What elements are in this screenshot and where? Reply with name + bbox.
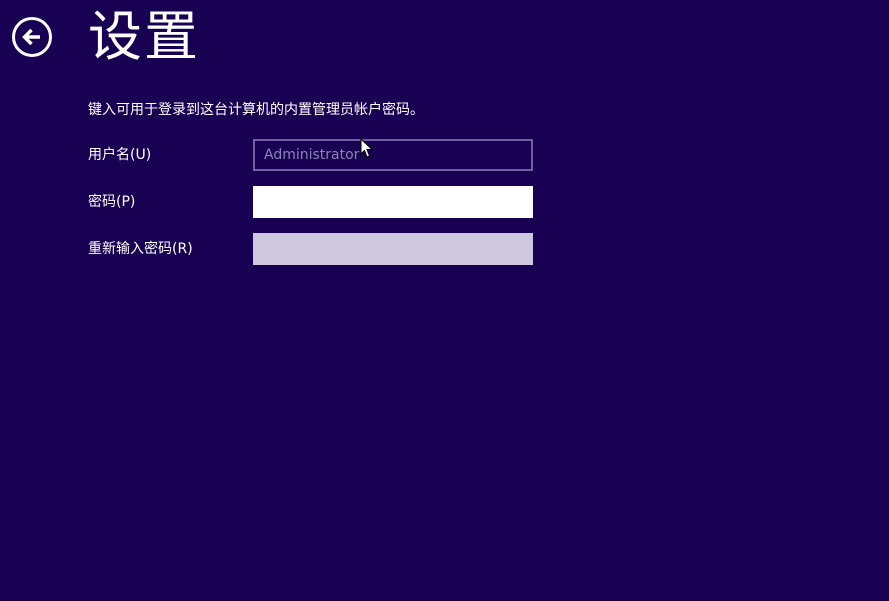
reenter-password-field[interactable] bbox=[253, 233, 533, 265]
password-field[interactable] bbox=[253, 186, 533, 218]
username-field[interactable] bbox=[253, 139, 533, 171]
back-arrow-icon bbox=[22, 28, 40, 46]
setup-page: 设置 键入可用于登录到这台计算机的内置管理员帐户密码。 用户名(U) 密码(P)… bbox=[0, 0, 889, 601]
password-label: 密码(P) bbox=[88, 194, 136, 210]
back-button[interactable] bbox=[12, 17, 52, 57]
reenter-password-label: 重新输入密码(R) bbox=[88, 241, 193, 257]
username-label: 用户名(U) bbox=[88, 147, 152, 163]
instructions-text: 键入可用于登录到这台计算机的内置管理员帐户密码。 bbox=[88, 102, 424, 118]
page-title: 设置 bbox=[88, 5, 200, 68]
mouse-cursor-icon bbox=[360, 138, 373, 158]
